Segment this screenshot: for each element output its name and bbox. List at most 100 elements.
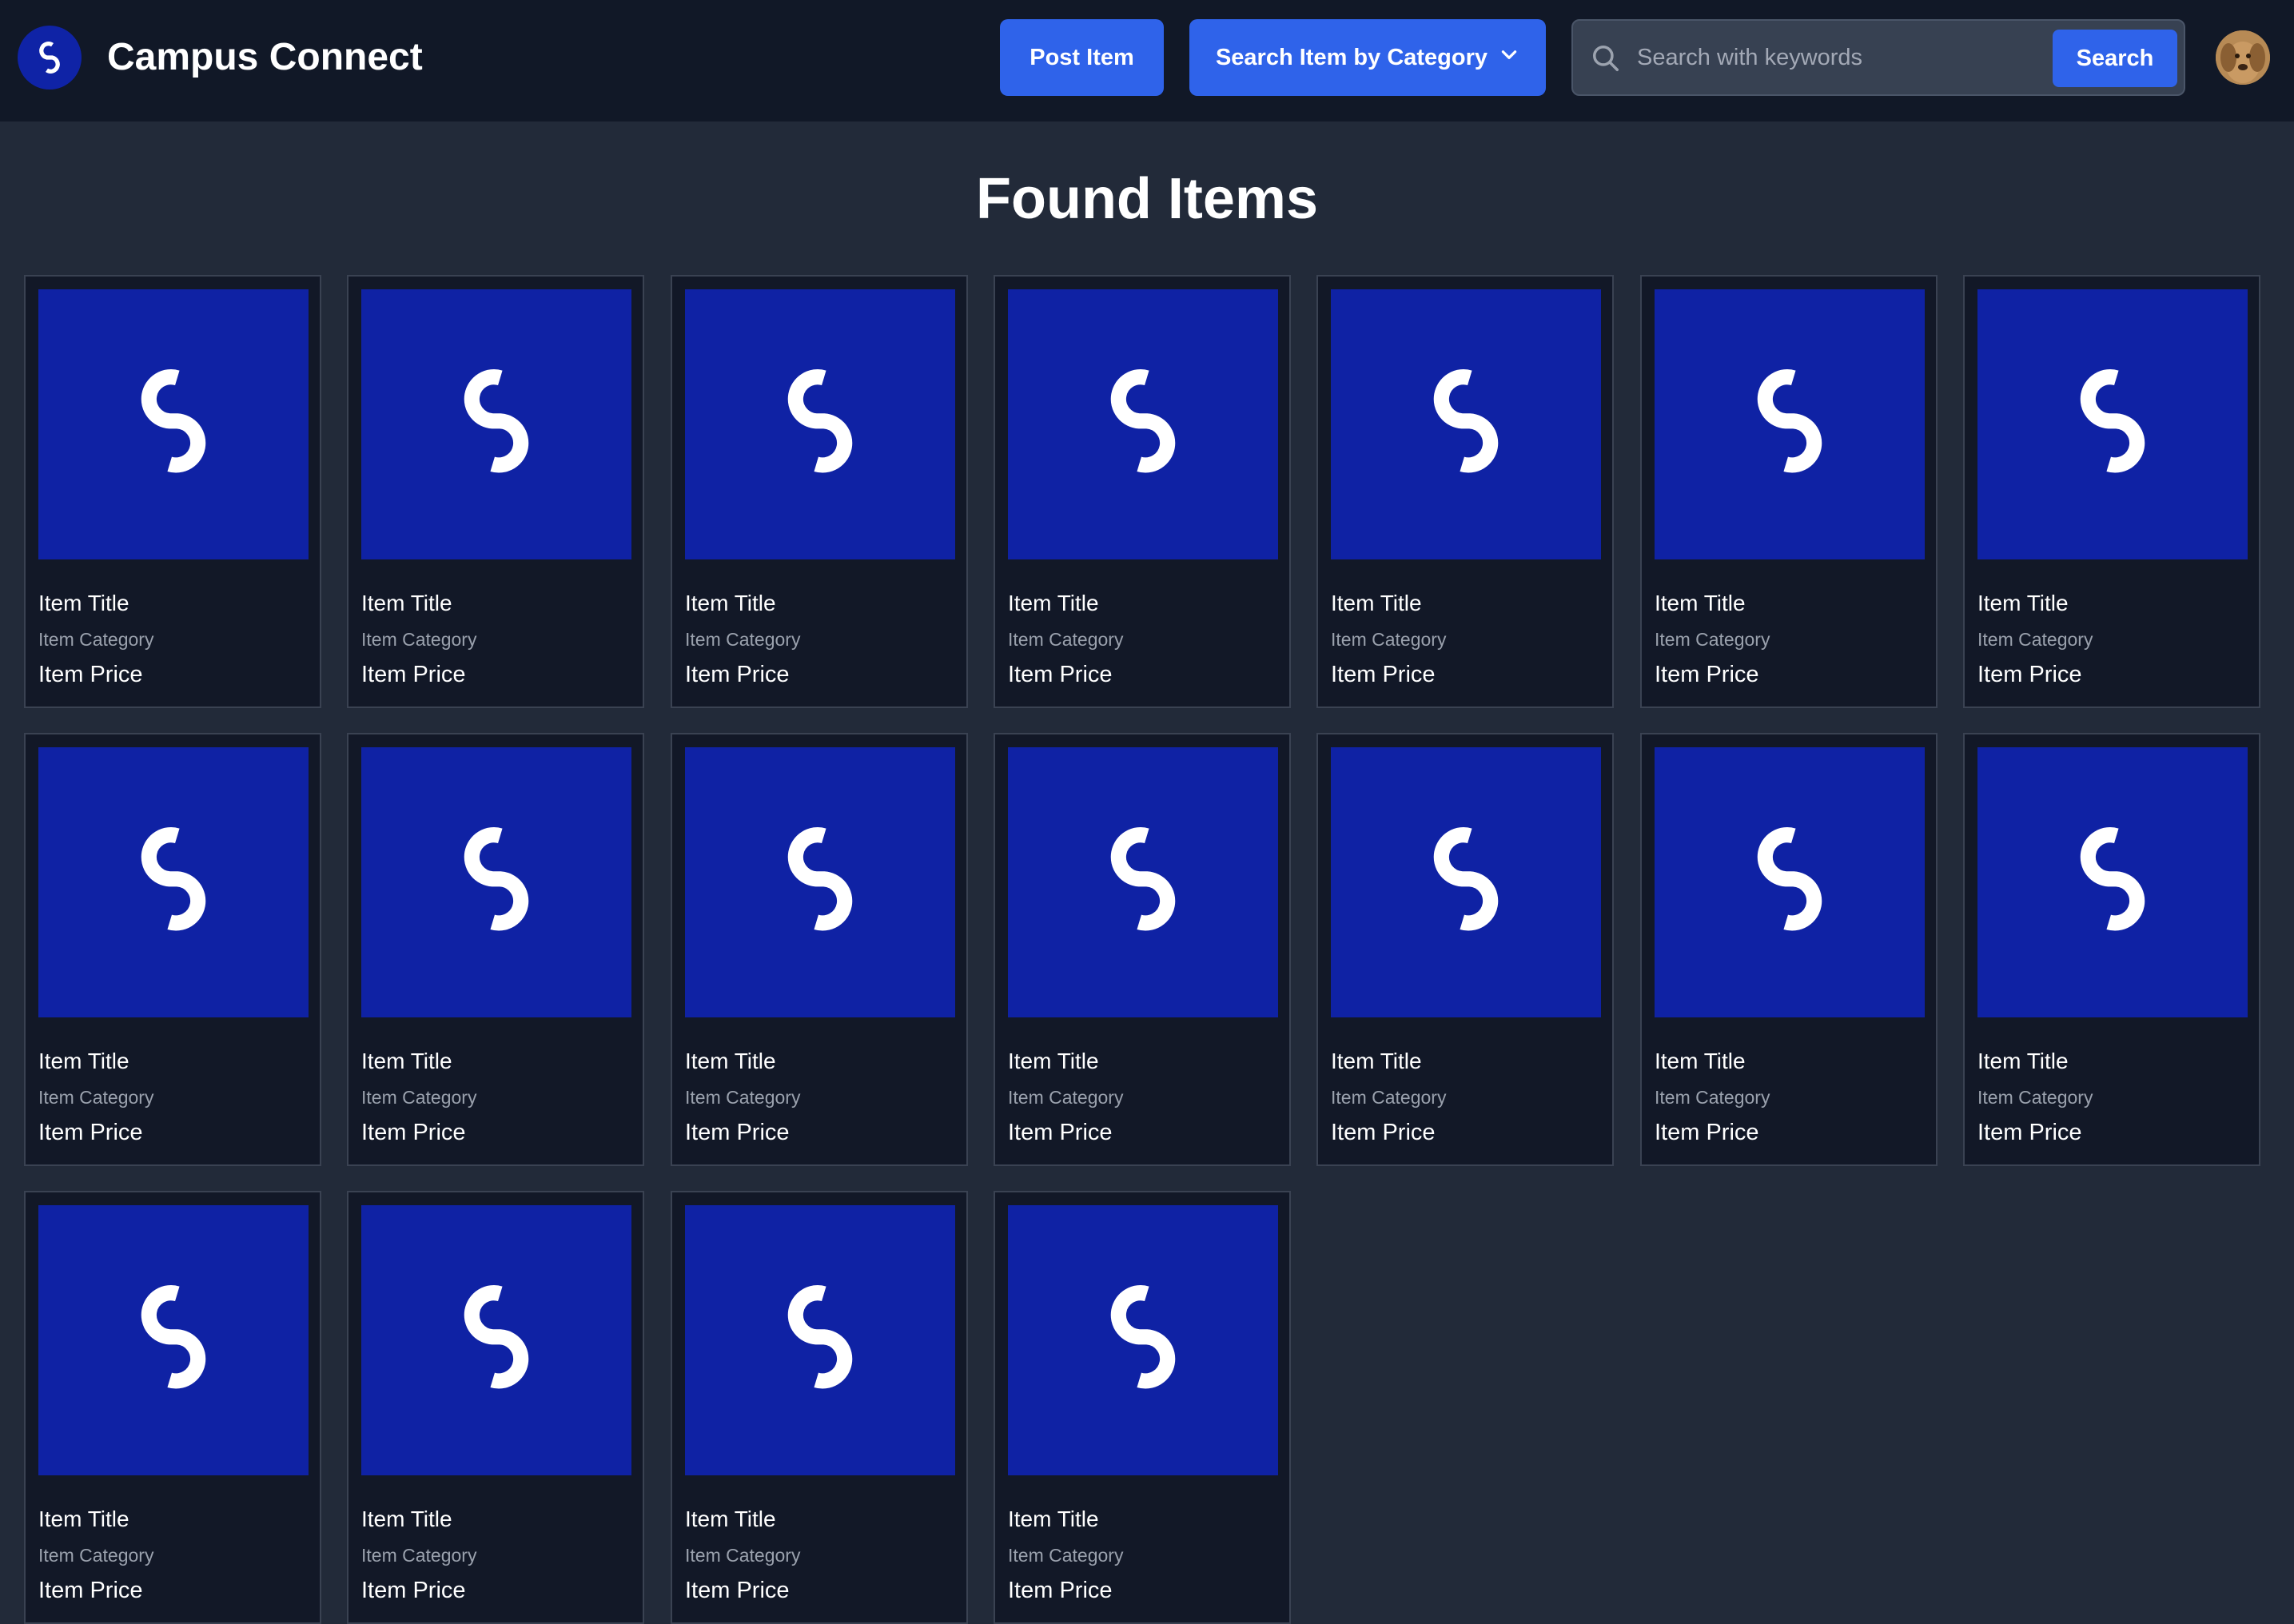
- item-image-placeholder: [38, 747, 309, 1017]
- campus-connect-s-icon: [787, 827, 853, 931]
- item-card[interactable]: Item Title Item Category Item Price: [1640, 733, 1938, 1166]
- item-image-placeholder: [1008, 747, 1278, 1017]
- item-price: Item Price: [1655, 1120, 1759, 1145]
- campus-connect-s-icon: [141, 1285, 206, 1389]
- campus-connect-s-icon: [1757, 369, 1822, 473]
- item-price: Item Price: [38, 1120, 143, 1145]
- item-category: Item Category: [1331, 629, 1447, 650]
- item-title: Item Title: [685, 1049, 776, 1073]
- item-category: Item Category: [361, 1087, 477, 1108]
- item-category: Item Category: [38, 629, 154, 650]
- item-card[interactable]: Item Title Item Category Item Price: [1963, 733, 2260, 1166]
- item-category: Item Category: [685, 1545, 801, 1566]
- item-card[interactable]: Item Title Item Category Item Price: [347, 275, 644, 708]
- item-image-placeholder: [1331, 289, 1601, 559]
- item-image-placeholder: [1008, 289, 1278, 559]
- item-category: Item Category: [1977, 1087, 2093, 1108]
- item-title: Item Title: [1331, 1049, 1422, 1073]
- item-image-placeholder: [361, 1205, 631, 1475]
- item-category: Item Category: [685, 629, 801, 650]
- campus-connect-s-icon: [141, 827, 206, 931]
- item-price: Item Price: [1331, 662, 1436, 687]
- item-title: Item Title: [38, 591, 129, 615]
- item-category: Item Category: [38, 1087, 154, 1108]
- campus-connect-s-icon: [1433, 827, 1499, 931]
- item-category: Item Category: [361, 1545, 477, 1566]
- item-category: Item Category: [361, 629, 477, 650]
- campus-connect-s-icon: [787, 1285, 853, 1389]
- campus-connect-s-icon: [2080, 827, 2145, 931]
- campus-connect-s-icon: [2080, 369, 2145, 473]
- campus-connect-s-icon: [141, 369, 206, 473]
- item-image-placeholder: [361, 289, 631, 559]
- item-price: Item Price: [1655, 662, 1759, 687]
- campus-connect-s-icon: [1110, 1285, 1176, 1389]
- item-title: Item Title: [1977, 1049, 2069, 1073]
- item-card[interactable]: Item Title Item Category Item Price: [24, 733, 321, 1166]
- item-card[interactable]: Item Title Item Category Item Price: [671, 733, 968, 1166]
- item-title: Item Title: [361, 591, 452, 615]
- campus-connect-s-icon: [464, 1285, 529, 1389]
- item-title: Item Title: [1008, 1049, 1099, 1073]
- item-image-placeholder: [685, 289, 955, 559]
- item-card[interactable]: Item Title Item Category Item Price: [671, 275, 968, 708]
- item-card[interactable]: Item Title Item Category Item Price: [1316, 275, 1614, 708]
- item-title: Item Title: [38, 1507, 129, 1531]
- item-title: Item Title: [1655, 591, 1746, 615]
- item-price: Item Price: [361, 662, 466, 687]
- campus-connect-s-icon: [1433, 369, 1499, 473]
- item-category: Item Category: [685, 1087, 801, 1108]
- item-image-placeholder: [1331, 747, 1601, 1017]
- item-category: Item Category: [1008, 629, 1124, 650]
- item-card[interactable]: Item Title Item Category Item Price: [24, 275, 321, 708]
- item-price: Item Price: [361, 1120, 466, 1145]
- item-price: Item Price: [1977, 1120, 2082, 1145]
- item-image-placeholder: [685, 1205, 955, 1475]
- item-title: Item Title: [361, 1049, 452, 1073]
- item-title: Item Title: [685, 1507, 776, 1531]
- item-card[interactable]: Item Title Item Category Item Price: [1640, 275, 1938, 708]
- items-grid: Item Title Item Category Item Price Item…: [0, 0, 2294, 1624]
- item-price: Item Price: [38, 662, 143, 687]
- item-card[interactable]: Item Title Item Category Item Price: [994, 733, 1291, 1166]
- item-title: Item Title: [1977, 591, 2069, 615]
- item-card[interactable]: Item Title Item Category Item Price: [994, 1191, 1291, 1624]
- item-image-placeholder: [38, 289, 309, 559]
- campus-connect-s-icon: [787, 369, 853, 473]
- item-category: Item Category: [1008, 1545, 1124, 1566]
- item-price: Item Price: [1008, 1120, 1113, 1145]
- item-card[interactable]: Item Title Item Category Item Price: [24, 1191, 321, 1624]
- item-card[interactable]: Item Title Item Category Item Price: [347, 1191, 644, 1624]
- item-title: Item Title: [685, 591, 776, 615]
- item-image-placeholder: [1008, 1205, 1278, 1475]
- item-image-placeholder: [38, 1205, 309, 1475]
- item-category: Item Category: [1977, 629, 2093, 650]
- item-image-placeholder: [1655, 289, 1925, 559]
- item-category: Item Category: [38, 1545, 154, 1566]
- item-category: Item Category: [1655, 1087, 1770, 1108]
- item-card[interactable]: Item Title Item Category Item Price: [1316, 733, 1614, 1166]
- campus-connect-s-icon: [1757, 827, 1822, 931]
- item-image-placeholder: [685, 747, 955, 1017]
- item-image-placeholder: [1977, 289, 2248, 559]
- item-image-placeholder: [1655, 747, 1925, 1017]
- item-price: Item Price: [685, 662, 790, 687]
- item-price: Item Price: [361, 1578, 466, 1603]
- item-card[interactable]: Item Title Item Category Item Price: [994, 275, 1291, 708]
- item-category: Item Category: [1655, 629, 1770, 650]
- item-card[interactable]: Item Title Item Category Item Price: [671, 1191, 968, 1624]
- item-price: Item Price: [38, 1578, 143, 1603]
- item-title: Item Title: [1008, 591, 1099, 615]
- item-image-placeholder: [361, 747, 631, 1017]
- item-title: Item Title: [1008, 1507, 1099, 1531]
- item-category: Item Category: [1008, 1087, 1124, 1108]
- item-image-placeholder: [1977, 747, 2248, 1017]
- item-title: Item Title: [1331, 591, 1422, 615]
- item-card[interactable]: Item Title Item Category Item Price: [1963, 275, 2260, 708]
- item-title: Item Title: [361, 1507, 452, 1531]
- item-price: Item Price: [1008, 662, 1113, 687]
- item-title: Item Title: [1655, 1049, 1746, 1073]
- item-price: Item Price: [1977, 662, 2082, 687]
- item-title: Item Title: [38, 1049, 129, 1073]
- item-card[interactable]: Item Title Item Category Item Price: [347, 733, 644, 1166]
